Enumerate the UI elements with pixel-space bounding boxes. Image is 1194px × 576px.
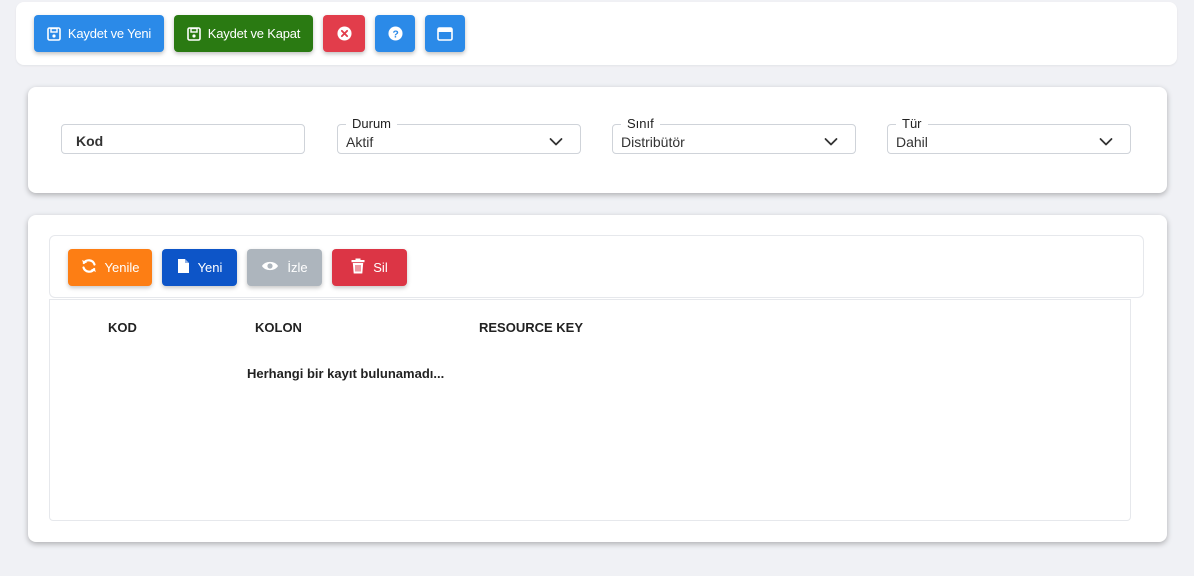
- tur-value: Dahil: [896, 134, 928, 150]
- view-label: İzle: [287, 260, 308, 275]
- delete-button[interactable]: Sil: [332, 249, 407, 286]
- refresh-button[interactable]: Yenile: [68, 249, 152, 286]
- kod-field[interactable]: [61, 124, 305, 154]
- chevron-down-icon: [549, 134, 563, 152]
- view-button[interactable]: İzle: [247, 249, 322, 286]
- window-button[interactable]: [425, 15, 465, 52]
- refresh-icon: [81, 258, 97, 277]
- sinif-select[interactable]: Sınıf Distribütör: [612, 117, 856, 154]
- grid-card: Yenile Yeni İzle Sil KOD KOLON RESOURCE …: [28, 215, 1167, 542]
- durum-label: Durum: [346, 117, 398, 131]
- eye-icon: [261, 260, 279, 275]
- column-header-resource-key[interactable]: RESOURCE KEY: [479, 320, 583, 335]
- delete-label: Sil: [373, 260, 388, 275]
- svg-text:?: ?: [392, 29, 398, 40]
- save-and-close-button[interactable]: Kaydet ve Kapat: [174, 15, 313, 52]
- sinif-value: Distribütör: [621, 134, 685, 150]
- empty-message: Herhangi bir kayıt bulunamadı...: [247, 366, 445, 381]
- durum-value: Aktif: [346, 134, 374, 150]
- top-toolbar: Kaydet ve Yeni Kaydet ve Kapat ?: [16, 2, 1177, 65]
- save-and-new-button[interactable]: Kaydet ve Yeni: [34, 15, 164, 52]
- chevron-down-icon: [1099, 134, 1113, 152]
- save-and-new-label: Kaydet ve Yeni: [67, 26, 152, 41]
- tur-label: Tür: [896, 117, 928, 131]
- data-table: KOD KOLON RESOURCE KEY Herhangi bir kayı…: [49, 299, 1131, 521]
- durum-select[interactable]: Durum Aktif: [337, 117, 581, 154]
- cancel-button[interactable]: [323, 15, 365, 52]
- save-and-close-label: Kaydet ve Kapat: [207, 26, 301, 41]
- new-button[interactable]: Yeni: [162, 249, 237, 286]
- refresh-label: Yenile: [104, 260, 140, 275]
- column-header-kolon[interactable]: KOLON: [255, 320, 302, 335]
- new-label: Yeni: [197, 260, 223, 275]
- grid-toolbar: Yenile Yeni İzle Sil: [49, 235, 1144, 298]
- column-header-kod[interactable]: KOD: [108, 320, 137, 335]
- save-icon: [47, 26, 61, 41]
- trash-icon: [351, 258, 365, 277]
- kod-input[interactable]: [76, 133, 276, 149]
- close-circle-icon: [336, 26, 352, 41]
- filter-card: Durum Aktif Sınıf Distribütör Tür Dahil: [28, 87, 1167, 193]
- sinif-label: Sınıf: [621, 117, 660, 131]
- help-button[interactable]: ?: [375, 15, 415, 52]
- question-circle-icon: ?: [387, 26, 403, 41]
- window-icon: [437, 26, 453, 41]
- chevron-down-icon: [824, 134, 838, 152]
- tur-select[interactable]: Tür Dahil: [887, 117, 1131, 154]
- file-icon: [177, 258, 190, 277]
- save-icon: [186, 26, 201, 41]
